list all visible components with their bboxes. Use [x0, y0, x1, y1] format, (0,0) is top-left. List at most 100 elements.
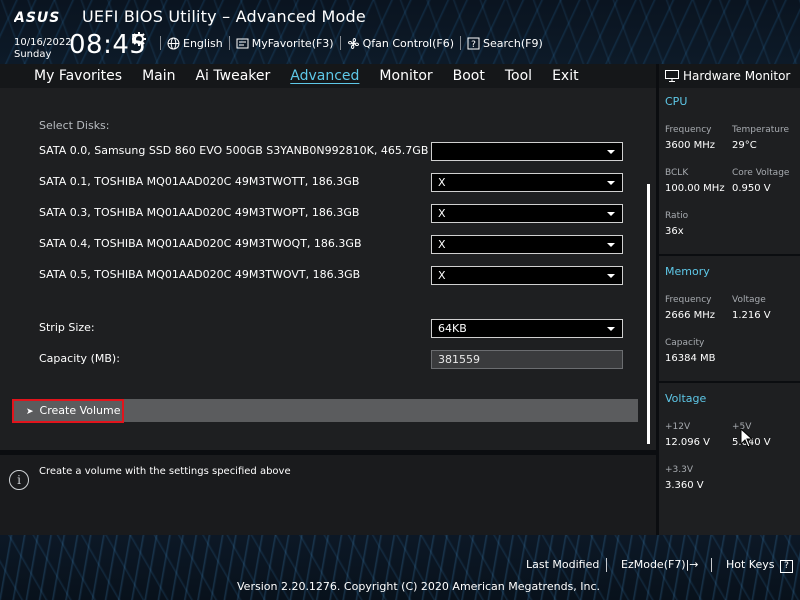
v12-value: 12.096 V — [665, 437, 711, 448]
footer-divider — [606, 558, 607, 572]
capacity-input[interactable]: 381559 — [431, 350, 623, 369]
gear-icon[interactable] — [132, 32, 146, 46]
capacity-row: Capacity (MB): 381559 — [0, 346, 640, 374]
search-icon: ? — [467, 37, 480, 50]
create-volume-row[interactable]: ➤ Create Volume — [12, 399, 638, 423]
disk-row: SATA 0.5, TOSHIBA MQ01AAD020C 49M3TWOVT,… — [0, 262, 640, 290]
disk-row: SATA 0.1, TOSHIBA MQ01AAD020C 49M3TWOTT,… — [0, 169, 640, 197]
main-menu-bar: My Favorites Main Ai Tweaker Advanced Mo… — [0, 64, 656, 88]
section-divider — [659, 254, 800, 256]
disk-label: SATA 0.5, TOSHIBA MQ01AAD020C 49M3TWOVT,… — [39, 268, 361, 281]
day-text: Sunday — [14, 49, 52, 60]
myfavorite-button[interactable]: MyFavorite(F3) — [228, 36, 340, 50]
disk-label: SATA 0.1, TOSHIBA MQ01AAD020C 49M3TWOTT,… — [39, 175, 360, 188]
bclk-value: 100.00 MHz — [665, 183, 725, 194]
date-display: 10/16/2022 Sunday — [14, 37, 72, 61]
disk-label: SATA 0.4, TOSHIBA MQ01AAD020C 49M3TWOQT,… — [39, 237, 362, 250]
svg-text:ASUS: ASUS — [14, 10, 60, 25]
capacity-label: Capacity (MB): — [39, 352, 120, 365]
bclk-label: BCLK — [665, 168, 689, 178]
v33-value: 3.360 V — [665, 480, 704, 491]
asus-logo: ASUS — [14, 10, 60, 25]
ratio-label: Ratio — [665, 211, 689, 221]
memory-capacity-value: 16384 MB — [665, 353, 716, 364]
qfan-button[interactable]: Qfan Control(F6) — [339, 36, 460, 50]
caret-down-icon — [607, 243, 615, 247]
v12-label: +12V — [665, 422, 691, 432]
tab-my-favorites[interactable]: My Favorites — [24, 65, 132, 87]
tab-boot[interactable]: Boot — [443, 65, 495, 87]
mouse-cursor-icon — [740, 428, 754, 448]
strip-size-value: 64KB — [438, 322, 467, 335]
memory-frequency-label: Frequency — [665, 295, 712, 305]
caret-down-icon — [607, 274, 615, 278]
caret-down-icon — [607, 181, 615, 185]
app-title: UEFI BIOS Utility – Advanced Mode — [82, 7, 366, 26]
hotkeys-label: Hot Keys — [726, 558, 775, 571]
memory-voltage-label: Voltage — [732, 295, 766, 305]
disk-row: SATA 0.4, TOSHIBA MQ01AAD020C 49M3TWOQT,… — [0, 231, 640, 259]
cpu-temperature-value: 29°C — [732, 140, 757, 151]
strip-size-select[interactable]: 64KB — [431, 319, 623, 338]
disk-select[interactable]: X — [431, 235, 623, 254]
favorite-icon — [236, 38, 249, 48]
disk-row: SATA 0.3, TOSHIBA MQ01AAD020C 49M3TWOPT,… — [0, 200, 640, 228]
tab-ai-tweaker[interactable]: Ai Tweaker — [185, 65, 280, 87]
tab-advanced[interactable]: Advanced — [280, 65, 369, 87]
section-divider — [659, 381, 800, 383]
tab-monitor[interactable]: Monitor — [369, 65, 442, 87]
disk-label: SATA 0.0, Samsung SSD 860 EVO 500GB S3YA… — [39, 144, 429, 157]
ezmode-button[interactable]: EzMode(F7)|→ — [621, 558, 699, 571]
settings-panel: Select Disks: SATA 0.0, Samsung SSD 860 … — [0, 88, 656, 450]
svg-text:?: ? — [471, 40, 476, 50]
tab-main[interactable]: Main — [132, 65, 185, 87]
disk-select-value: X — [438, 269, 446, 282]
memory-frequency-value: 2666 MHz — [665, 310, 716, 321]
memory-voltage-value: 1.216 V — [732, 310, 771, 321]
strip-size-row: Strip Size: 64KB — [0, 315, 640, 343]
help-icon: ? — [780, 560, 793, 573]
disk-select[interactable]: X — [431, 204, 623, 223]
language-label: English — [183, 36, 223, 50]
core-voltage-value: 0.950 V — [732, 183, 771, 194]
disk-row: SATA 0.0, Samsung SSD 860 EVO 500GB S3YA… — [0, 138, 640, 166]
myfavorite-label: MyFavorite(F3) — [251, 36, 334, 50]
monitor-icon — [665, 70, 679, 82]
disk-select[interactable]: X — [431, 173, 623, 192]
help-text: Create a volume with the settings specif… — [39, 466, 291, 477]
cpu-frequency-label: Frequency — [665, 125, 712, 135]
top-toolbar: English MyFavorite(F3) Qfan Control(F6) … — [160, 36, 549, 50]
scrollbar[interactable] — [647, 184, 650, 444]
fan-icon — [347, 37, 359, 49]
info-icon: i — [9, 470, 29, 490]
disk-select[interactable] — [431, 142, 623, 161]
disk-select-value: X — [438, 238, 446, 251]
memory-capacity-label: Capacity — [665, 338, 705, 348]
create-volume-label: Create Volume — [39, 404, 121, 417]
language-button[interactable]: English — [160, 36, 229, 50]
help-panel: i Create a volume with the settings spec… — [0, 453, 656, 535]
caret-down-icon — [607, 212, 615, 216]
create-volume-button[interactable]: ➤ Create Volume — [12, 399, 124, 423]
cpu-heading: CPU — [665, 95, 688, 108]
arrow-right-icon: ➤ — [26, 407, 34, 417]
cpu-temperature-label: Temperature — [732, 125, 790, 135]
search-label: Search(F9) — [483, 36, 543, 50]
footer-bar: Last Modified EzMode(F7)|→ Hot Keys ? — [0, 558, 800, 573]
search-button[interactable]: ? Search(F9) — [460, 36, 549, 50]
strip-size-label: Strip Size: — [39, 321, 95, 334]
ratio-value: 36x — [665, 226, 684, 237]
disk-select-value: X — [438, 207, 446, 220]
disk-select[interactable]: X — [431, 266, 623, 285]
last-modified-button[interactable]: Last Modified — [526, 558, 599, 571]
hotkeys-button[interactable]: Hot Keys ? — [726, 558, 793, 573]
tab-exit[interactable]: Exit — [542, 65, 589, 87]
cpu-frequency-value: 3600 MHz — [665, 140, 716, 151]
date-text: 10/16/2022 — [14, 37, 72, 48]
disk-select-value: X — [438, 176, 446, 189]
footer-divider — [711, 558, 712, 572]
voltage-heading: Voltage — [665, 392, 707, 405]
tab-tool[interactable]: Tool — [495, 65, 542, 87]
caret-down-icon — [607, 327, 615, 331]
memory-heading: Memory — [665, 265, 710, 278]
